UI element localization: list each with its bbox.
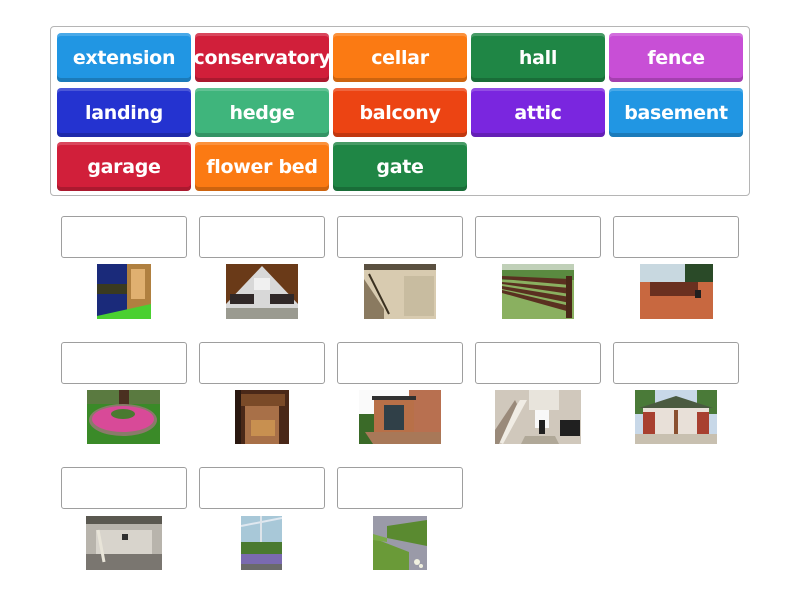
drop-slot-4[interactable] — [475, 216, 601, 258]
drop-slot-2[interactable] — [199, 216, 325, 258]
tile-conservatory[interactable]: conservatory — [194, 33, 331, 82]
drop-slot-3[interactable] — [337, 216, 463, 258]
drop-slot-6[interactable] — [61, 342, 187, 384]
conservatory-photo — [241, 516, 282, 570]
drop-slot-10[interactable] — [613, 342, 739, 384]
tile-extension[interactable]: extension — [57, 33, 191, 82]
tile-attic[interactable]: attic — [471, 88, 605, 137]
tile-basement[interactable]: basement — [609, 88, 743, 137]
drop-slot-12[interactable] — [199, 467, 325, 509]
drop-slot-5[interactable] — [613, 216, 739, 258]
hall-photo — [495, 390, 581, 444]
tile-hall[interactable]: hall — [471, 33, 605, 82]
tile-garage[interactable]: garage — [57, 142, 191, 191]
drop-slot-7[interactable] — [199, 342, 325, 384]
tile-landing[interactable]: landing — [57, 88, 191, 137]
landing-photo — [364, 264, 436, 319]
drop-slot-8[interactable] — [337, 342, 463, 384]
extension-photo — [359, 390, 441, 444]
tile-hedge[interactable]: hedge — [195, 88, 329, 137]
tile-balcony[interactable]: balcony — [333, 88, 467, 137]
gate-photo — [640, 264, 713, 319]
cellar-photo — [235, 390, 289, 444]
tile-flower-bed[interactable]: flower bed — [195, 142, 329, 191]
drop-slot-13[interactable] — [337, 467, 463, 509]
tile-fence[interactable]: fence — [609, 33, 743, 82]
attic-photo — [226, 264, 298, 319]
fence-photo — [502, 264, 574, 319]
tile-cellar[interactable]: cellar — [333, 33, 467, 82]
drop-slot-1[interactable] — [61, 216, 187, 258]
word-bank: extension conservatory cellar hall fence… — [50, 26, 750, 196]
tile-gate[interactable]: gate — [333, 142, 467, 191]
drop-slot-9[interactable] — [475, 342, 601, 384]
drop-slot-11[interactable] — [61, 467, 187, 509]
hedge-photo — [373, 516, 427, 570]
garage-photo — [635, 390, 717, 444]
balcony-photo — [97, 264, 151, 319]
flower-bed-photo — [87, 390, 160, 444]
basement-photo — [86, 516, 162, 570]
